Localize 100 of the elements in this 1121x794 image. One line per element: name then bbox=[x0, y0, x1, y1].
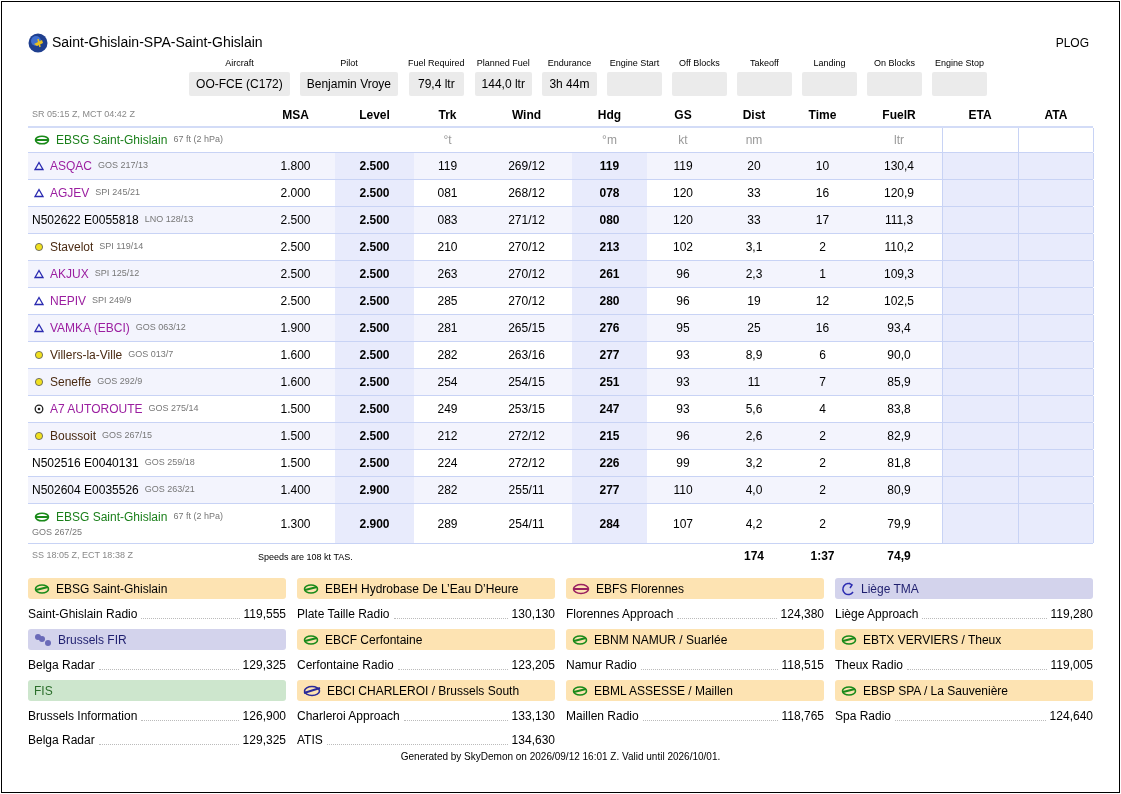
waypoint-name: EBSG Saint-Ghislain bbox=[56, 508, 168, 526]
table-cell-text: 1.800 bbox=[280, 158, 311, 175]
airfield-icon bbox=[572, 633, 588, 646]
station-name: Charleroi Approach bbox=[297, 708, 400, 725]
table-cell-text: 80,9 bbox=[887, 482, 911, 499]
table-cell-text: 1.500 bbox=[280, 428, 311, 445]
frequency-value: 130,130 bbox=[511, 606, 555, 623]
field-label: Takeoff bbox=[750, 57, 779, 69]
table-cell-text: 109,3 bbox=[884, 266, 914, 283]
table-cell-text: 3,2 bbox=[745, 455, 763, 472]
table-cell-text: 255/11 bbox=[508, 482, 545, 499]
table-cell-text: 2.000 bbox=[280, 185, 311, 202]
table-cell-text: 85,9 bbox=[887, 374, 911, 391]
field-label: Endurance bbox=[547, 57, 592, 69]
table-cell-text: 1.500 bbox=[280, 401, 311, 418]
table-cell-text: 251 bbox=[599, 374, 620, 391]
column-header: FuelR bbox=[881, 107, 917, 124]
waypoint-ref: SPI 245/21 bbox=[95, 186, 140, 200]
triangle-icon bbox=[34, 161, 44, 171]
table-cell-text: 1.400 bbox=[280, 482, 311, 499]
table-cell-text: 2.500 bbox=[359, 401, 390, 418]
table-cell-text: 2 bbox=[819, 428, 826, 445]
elevation-note: 67 ft (2 hPa) bbox=[173, 133, 223, 147]
waypoint-name: ASQAC bbox=[50, 158, 92, 175]
document-type: PLOG bbox=[1055, 34, 1089, 52]
table-cell-text: 247 bbox=[599, 401, 620, 418]
section-title: Liège TMA bbox=[861, 580, 919, 598]
waypoint-name: AGJEV bbox=[50, 185, 90, 202]
table-cell-text: 254/15 bbox=[508, 374, 545, 391]
table-cell-text: 2.500 bbox=[359, 374, 390, 391]
table-cell-text: 210 bbox=[437, 239, 458, 256]
table-cell-text: 2.500 bbox=[280, 212, 311, 229]
section-title: Brussels FIR bbox=[58, 631, 127, 649]
table-cell-text: 1.300 bbox=[280, 515, 311, 533]
section-title: FIS bbox=[34, 682, 53, 700]
table-cell-text: 1.600 bbox=[280, 347, 311, 364]
table-cell-text: 130,4 bbox=[884, 158, 914, 175]
waypoint-ref: GOS 263/21 bbox=[144, 483, 195, 497]
table-cell-text: 16 bbox=[815, 320, 830, 337]
table-cell-text: 282 bbox=[437, 347, 458, 364]
table-cell-text: 277 bbox=[599, 347, 620, 364]
table-cell-text: 2.900 bbox=[359, 482, 390, 499]
airfield-icon bbox=[303, 684, 321, 697]
airfield-icon bbox=[303, 633, 319, 646]
table-cell-text: 265/15 bbox=[508, 320, 545, 337]
table-cell-text: 2,3 bbox=[745, 266, 763, 283]
sun-note: SR 05:15 Z, MCT 04:42 Z bbox=[31, 108, 136, 122]
airfield-icon bbox=[34, 511, 50, 522]
waypoint-ref: GOS 063/12 bbox=[135, 321, 186, 335]
station-name: Belga Radar bbox=[28, 657, 95, 674]
table-cell-text: 110 bbox=[673, 482, 693, 499]
table-cell-text: 268/12 bbox=[508, 185, 545, 202]
field-label: Engine Stop bbox=[934, 57, 984, 69]
station-name: Plate Taille Radio bbox=[297, 606, 390, 623]
table-cell-text: 2 bbox=[819, 455, 826, 472]
airfield-icon bbox=[841, 633, 857, 646]
table-cell-text: 11 bbox=[747, 374, 761, 391]
waypoint-name: Villers-la-Ville bbox=[50, 347, 123, 364]
table-cell-text: 119 bbox=[599, 158, 620, 175]
section-title: EBML ASSESSE / Maillen bbox=[594, 682, 733, 700]
value-field: OO-FCE (C172) bbox=[189, 72, 290, 96]
curved-arrow-icon bbox=[841, 581, 855, 596]
table-cell-text: 120,9 bbox=[884, 185, 914, 202]
station-name: Liège Approach bbox=[835, 606, 919, 623]
waypoint-ref: GOS 275/14 bbox=[148, 402, 199, 416]
table-cell-text: 93 bbox=[676, 347, 690, 364]
elevation-note: 67 ft (2 hPa) bbox=[173, 510, 223, 523]
station-name: Namur Radio bbox=[566, 657, 637, 674]
total-value: 74,9 bbox=[887, 549, 911, 563]
table-cell-text: 2.500 bbox=[359, 347, 390, 364]
column-header: Trk bbox=[437, 107, 458, 124]
field-label: Aircraft bbox=[225, 57, 254, 69]
table-cell-text: 081 bbox=[437, 185, 458, 202]
table-cell-text: 4 bbox=[819, 401, 826, 418]
total-value: 1:37 bbox=[810, 549, 835, 563]
table-cell-text: 96 bbox=[676, 293, 690, 310]
generated-note: Generated by SkyDemon on 2026/09/12 16:01 Z. Valid until 2026/10/01. bbox=[399, 750, 722, 764]
table-cell-text: 83,8 bbox=[887, 401, 911, 418]
table-cell-text: 271/12 bbox=[508, 212, 545, 229]
waypoint-name: EBSG Saint-Ghislain bbox=[56, 132, 168, 149]
table-cell-text: 224 bbox=[437, 455, 458, 472]
table-cell-text: 1.900 bbox=[280, 320, 311, 337]
table-cell-text: 2.500 bbox=[359, 320, 390, 337]
table-cell-text: 93 bbox=[676, 401, 690, 418]
table-cell-text: 8,9 bbox=[745, 347, 763, 364]
frequency-value: 124,640 bbox=[1049, 708, 1093, 725]
table-cell-text: 10 bbox=[815, 158, 830, 175]
table-cell-text: 282 bbox=[437, 482, 458, 499]
frequency-value: 119,280 bbox=[1050, 606, 1093, 623]
table-cell-text: 3,1 bbox=[745, 239, 763, 256]
total-value: 174 bbox=[744, 549, 764, 563]
table-cell-text: 263/16 bbox=[508, 347, 545, 364]
table-cell-text: 2.500 bbox=[359, 455, 390, 472]
table-cell-text: 083 bbox=[437, 212, 458, 229]
column-header: MSA bbox=[281, 107, 310, 124]
unit-label: nm bbox=[745, 132, 763, 149]
triangle-icon bbox=[34, 269, 44, 279]
column-header: Hdg bbox=[596, 107, 623, 124]
table-cell-text: 16 bbox=[815, 185, 830, 202]
section-title: EBTX VERVIERS / Theux bbox=[863, 631, 1002, 649]
